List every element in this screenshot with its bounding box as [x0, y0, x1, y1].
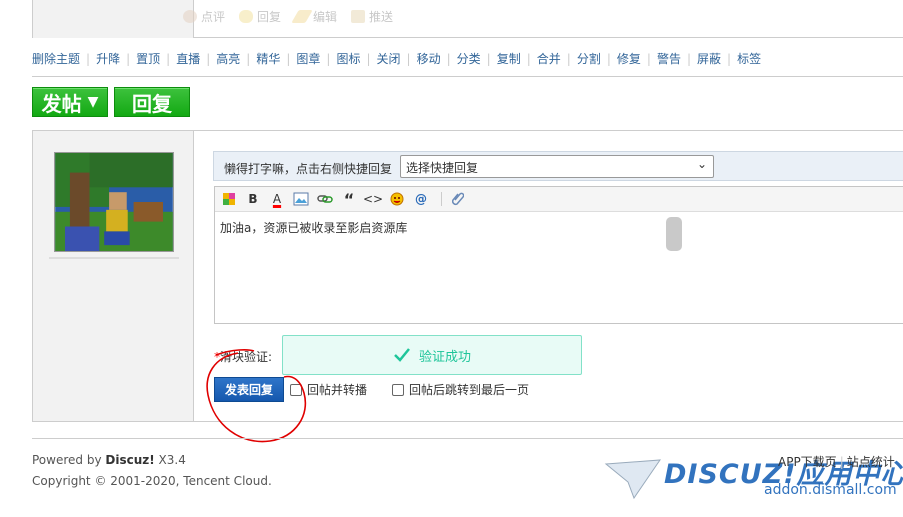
jump-to-last-page-option[interactable]: 回帖后跳转到最后一页	[392, 381, 529, 398]
avatar[interactable]	[54, 152, 174, 252]
powered-by: Powered by Discuz! X3.4	[32, 453, 186, 467]
mod-tag[interactable]: 标签	[737, 50, 761, 67]
moderation-bar: 删除主题 | 升降 | 置顶 | 直播 | 高亮 | 精华 | 图章 | 图标 | 关闭 | 移动…	[32, 50, 762, 67]
reply-button[interactable]: 回复	[114, 87, 190, 117]
footer-links: APP下载页 | 站点统计	[778, 455, 895, 469]
slider-captcha[interactable]: 验证成功	[282, 335, 582, 375]
mod-repair[interactable]: 修复	[617, 50, 641, 67]
font-color-icon[interactable]	[219, 189, 239, 209]
push-label: 推送	[369, 10, 394, 24]
fast-reply-select-value: 选择快捷回复	[406, 161, 479, 175]
watermark-arrow-icon	[604, 459, 661, 500]
mod-merge[interactable]: 合并	[537, 50, 561, 67]
mod-ban[interactable]: 屏蔽	[697, 50, 721, 67]
text-color-icon[interactable]: A	[267, 189, 287, 209]
check-icon	[394, 348, 410, 362]
avatar-frame	[49, 145, 179, 259]
jump-to-last-page-label: 回帖后跳转到最后一页	[409, 383, 530, 397]
discuz-link[interactable]: Discuz!	[105, 453, 154, 467]
reply-editor[interactable]: B A “ <> @ 加油a，资源已被收录至影启资源库	[214, 186, 903, 324]
review-label: 点评	[201, 10, 226, 24]
emoji-icon[interactable]	[387, 189, 407, 209]
quote-icon[interactable]: “	[339, 189, 359, 209]
mod-stick[interactable]: 置顶	[136, 50, 160, 67]
fast-reply-select[interactable]: 选择快捷回复 ⌄	[400, 155, 714, 178]
fast-reply-bar: 懒得打字嘛，点击右侧快捷回复 选择快捷回复 ⌄	[213, 151, 903, 181]
bold-icon[interactable]: B	[243, 189, 263, 209]
edit-action[interactable]: 编辑	[291, 8, 338, 25]
reply-label: 回复	[257, 10, 282, 24]
editor-toolbar: B A “ <> @	[215, 187, 903, 212]
edit-icon	[291, 10, 313, 23]
jump-to-last-page-checkbox[interactable]	[392, 383, 404, 396]
annotation-circle	[206, 349, 307, 443]
mod-type[interactable]: 分类	[457, 50, 481, 67]
mod-live[interactable]: 直播	[176, 50, 200, 67]
mod-bump[interactable]: 升降	[96, 50, 120, 67]
captcha-status: 验证成功	[418, 349, 471, 365]
mod-split[interactable]: 分割	[577, 50, 601, 67]
app-download-link[interactable]: APP下载页	[778, 455, 837, 469]
previous-post-strip	[32, 0, 903, 38]
image-icon[interactable]	[291, 189, 311, 209]
watermark-url: addon.dismall.com	[764, 482, 897, 498]
push-action[interactable]: 推送	[351, 8, 393, 25]
mod-highlight[interactable]: 高亮	[216, 50, 240, 67]
toolbar-separator	[441, 192, 442, 206]
site-stats-link[interactable]: 站点统计	[847, 455, 895, 469]
reply-author-column	[33, 131, 194, 421]
mod-icon[interactable]: 图标	[336, 50, 360, 67]
mention-icon[interactable]: @	[411, 189, 431, 209]
chevron-down-icon: ⌄	[696, 157, 707, 171]
reply-button-label: 回复	[132, 91, 172, 116]
mod-close[interactable]: 关闭	[377, 50, 401, 67]
powered-prefix: Powered by	[32, 453, 106, 467]
new-post-button[interactable]: 发帖 ▼	[32, 87, 108, 117]
reply-action[interactable]: 回复	[239, 8, 281, 25]
new-post-label: 发帖	[41, 91, 82, 116]
dropdown-arrow-icon: ▼	[87, 94, 99, 110]
code-icon[interactable]: <>	[363, 189, 383, 209]
mod-stamp[interactable]: 图章	[296, 50, 320, 67]
attachment-icon[interactable]	[448, 189, 468, 209]
footer-divider	[32, 438, 903, 439]
reply-and-repost-label: 回帖并转播	[307, 383, 368, 397]
previous-post-author-column	[33, 0, 194, 38]
edit-label: 编辑	[313, 10, 338, 24]
reply-icon	[239, 10, 254, 23]
version: X3.4	[154, 453, 186, 467]
push-icon	[351, 10, 366, 23]
post-actions: 点评 回复 编辑 推送	[183, 8, 393, 25]
mod-copy[interactable]: 复制	[497, 50, 521, 67]
divider	[32, 76, 903, 77]
editor-content[interactable]: 加油a，资源已被收录至影启资源库	[220, 219, 407, 236]
fast-reply-hint: 懒得打字嘛，点击右侧快捷回复	[224, 162, 393, 176]
link-icon[interactable]	[315, 189, 335, 209]
copyright: Copyright © 2001-2020, Tencent Cloud.	[32, 474, 272, 488]
mod-delete-thread[interactable]: 删除主题	[32, 50, 80, 67]
mod-move[interactable]: 移动	[417, 50, 441, 67]
review-icon	[183, 10, 197, 23]
mod-digest[interactable]: 精华	[256, 50, 280, 67]
editor-scrollbar-thumb[interactable]	[666, 217, 682, 251]
review-action[interactable]: 点评	[183, 8, 225, 25]
mod-warn[interactable]: 警告	[657, 50, 681, 67]
